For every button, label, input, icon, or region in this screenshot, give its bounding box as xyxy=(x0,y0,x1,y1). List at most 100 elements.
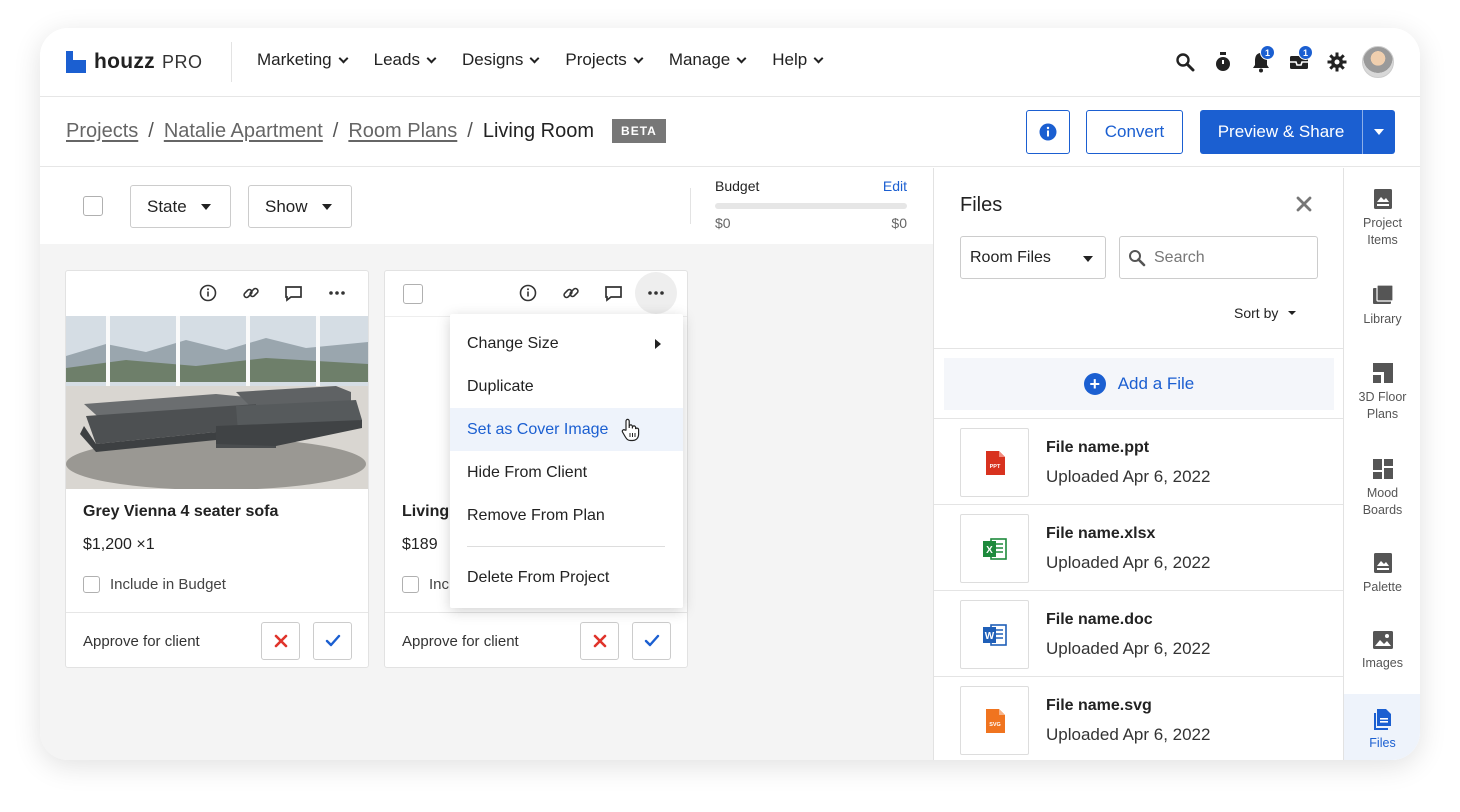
breadcrumb: Projects / Natalie Apartment / Room Plan… xyxy=(66,119,666,143)
more-icon[interactable] xyxy=(635,272,677,314)
reject-button[interactable] xyxy=(261,622,300,660)
budget-edit-link[interactable]: Edit xyxy=(883,178,907,194)
convert-button[interactable]: Convert xyxy=(1086,110,1183,154)
sofa-image xyxy=(66,316,368,489)
product-card[interactable]: Grey Vienna 4 seater sofa $1,200 ×1 Incl… xyxy=(65,270,369,668)
menu-delete-from-project[interactable]: Delete From Project xyxy=(450,556,683,599)
houzz-pro-logo[interactable]: houzz PRO xyxy=(66,48,203,76)
rail-palette[interactable]: Palette xyxy=(1344,552,1420,602)
menu-label: Designs xyxy=(461,50,524,69)
show-filter[interactable]: Show xyxy=(248,185,352,228)
menu-hide-from-client[interactable]: Hide From Client xyxy=(450,451,683,494)
breadcrumb-room-plans[interactable]: Room Plans xyxy=(348,120,457,143)
approve-button[interactable] xyxy=(632,622,671,660)
rail-mood-boards[interactable]: Mood Boards xyxy=(1344,458,1420,528)
state-filter[interactable]: State xyxy=(130,185,231,228)
select-all-checkbox[interactable] xyxy=(83,196,103,216)
rail-files[interactable]: Files xyxy=(1344,694,1420,760)
budget-summary: Budget Edit $0 $0 xyxy=(715,178,907,231)
rail-label: Items xyxy=(1367,233,1398,247)
more-icon[interactable] xyxy=(315,279,358,307)
menu-remove-from-plan[interactable]: Remove From Plan xyxy=(450,494,683,537)
menu-manage[interactable]: Manage xyxy=(669,50,747,70)
rail-project-items[interactable]: Project Items xyxy=(1344,188,1420,258)
close-icon xyxy=(1296,196,1312,212)
user-avatar[interactable] xyxy=(1362,46,1394,78)
info-button[interactable] xyxy=(1026,110,1070,154)
rail-label: Files xyxy=(1369,736,1396,750)
nav-icons: 1 1 xyxy=(1166,45,1394,79)
menu-change-size[interactable]: Change Size xyxy=(450,322,683,365)
menu-leads[interactable]: Leads xyxy=(374,50,437,70)
file-filter-select[interactable]: Room Files xyxy=(960,236,1106,279)
breadcrumb-separator: / xyxy=(332,119,339,142)
inbox-icon[interactable]: 1 xyxy=(1280,45,1318,79)
include-in-budget[interactable]: Include in Budget xyxy=(83,576,226,593)
menu-designs[interactable]: Designs xyxy=(461,50,540,70)
add-file-button[interactable]: + Add a File xyxy=(944,358,1334,410)
bell-icon[interactable]: 1 xyxy=(1242,45,1280,79)
menu-duplicate[interactable]: Duplicate xyxy=(450,365,683,408)
file-upload-date: Uploaded Apr 6, 2022 xyxy=(1046,553,1211,572)
file-row[interactable]: SVG File name.svg Uploaded Apr 6, 2022 xyxy=(934,676,1344,760)
chevron-down-icon xyxy=(813,53,824,63)
svg-file-icon: SVG xyxy=(960,686,1029,755)
files-panel-title: Files xyxy=(960,194,1003,216)
search-input[interactable] xyxy=(1154,248,1304,267)
info-circle-icon[interactable] xyxy=(186,279,229,307)
gear-icon[interactable] xyxy=(1318,45,1356,79)
file-row[interactable]: W File name.doc Uploaded Apr 6, 2022 xyxy=(934,590,1344,676)
reject-button[interactable] xyxy=(580,622,619,660)
info-circle-icon[interactable] xyxy=(506,279,549,307)
file-row[interactable]: PPT File name.ppt Uploaded Apr 6, 2022 xyxy=(934,418,1344,504)
card-footer: Approve for client xyxy=(66,612,368,668)
file-search[interactable] xyxy=(1119,236,1318,279)
chevron-down-icon xyxy=(426,53,437,63)
file-upload-date: Uploaded Apr 6, 2022 xyxy=(1046,639,1211,658)
show-filter-label: Show xyxy=(265,196,308,216)
comment-icon[interactable] xyxy=(592,279,635,307)
breadcrumb-projects[interactable]: Projects xyxy=(66,120,138,143)
mood-board-icon xyxy=(1372,459,1393,479)
include-budget-checkbox[interactable] xyxy=(402,576,419,593)
comment-icon[interactable] xyxy=(272,279,315,307)
link-icon[interactable] xyxy=(549,279,592,307)
timer-icon[interactable] xyxy=(1204,45,1242,79)
file-name: File name.ppt xyxy=(1046,439,1150,456)
sort-by-dropdown[interactable]: Sort by xyxy=(1234,305,1297,321)
menu-item-label: Set as Cover Image xyxy=(467,420,609,438)
logo-suffix: PRO xyxy=(161,51,203,72)
approve-label: Approve for client xyxy=(402,633,519,650)
search-icon xyxy=(1129,249,1146,266)
card-actions xyxy=(186,279,358,307)
menu-set-cover-image[interactable]: Set as Cover Image xyxy=(450,408,683,451)
menu-projects[interactable]: Projects xyxy=(565,50,644,70)
approve-button[interactable] xyxy=(313,622,352,660)
preview-share-button[interactable]: Preview & Share xyxy=(1200,110,1395,154)
card-price: $1,200 ×1 xyxy=(83,536,155,553)
rail-label: Mood xyxy=(1366,486,1399,500)
menu-item-label: Hide From Client xyxy=(467,463,588,481)
main-menu: Marketing Leads Designs Projects Manage … xyxy=(257,50,849,70)
menu-help[interactable]: Help xyxy=(772,50,824,70)
include-budget-label: Incl xyxy=(429,576,453,593)
include-in-budget[interactable]: Incl xyxy=(402,576,452,593)
include-budget-checkbox[interactable] xyxy=(83,576,100,593)
close-panel-button[interactable] xyxy=(1296,196,1312,217)
chevron-down-icon xyxy=(338,53,349,63)
rail-library[interactable]: Library xyxy=(1344,284,1420,334)
budget-progress-bar xyxy=(715,203,907,209)
close-icon xyxy=(593,634,606,648)
share-options-caret[interactable] xyxy=(1363,129,1395,135)
file-row[interactable]: X File name.xlsx Uploaded Apr 6, 2022 xyxy=(934,504,1344,590)
menu-label: Marketing xyxy=(257,50,332,69)
rail-images[interactable]: Images xyxy=(1344,630,1420,680)
caret-down-icon xyxy=(1374,129,1384,135)
card-select-checkbox[interactable] xyxy=(403,284,423,304)
link-icon[interactable] xyxy=(229,279,272,307)
search-icon[interactable] xyxy=(1166,45,1204,79)
rail-label: Library xyxy=(1363,312,1402,326)
menu-marketing[interactable]: Marketing xyxy=(257,50,349,70)
breadcrumb-natalie-apartment[interactable]: Natalie Apartment xyxy=(164,120,323,143)
rail-3d-floor-plans[interactable]: 3D Floor Plans xyxy=(1344,362,1420,432)
